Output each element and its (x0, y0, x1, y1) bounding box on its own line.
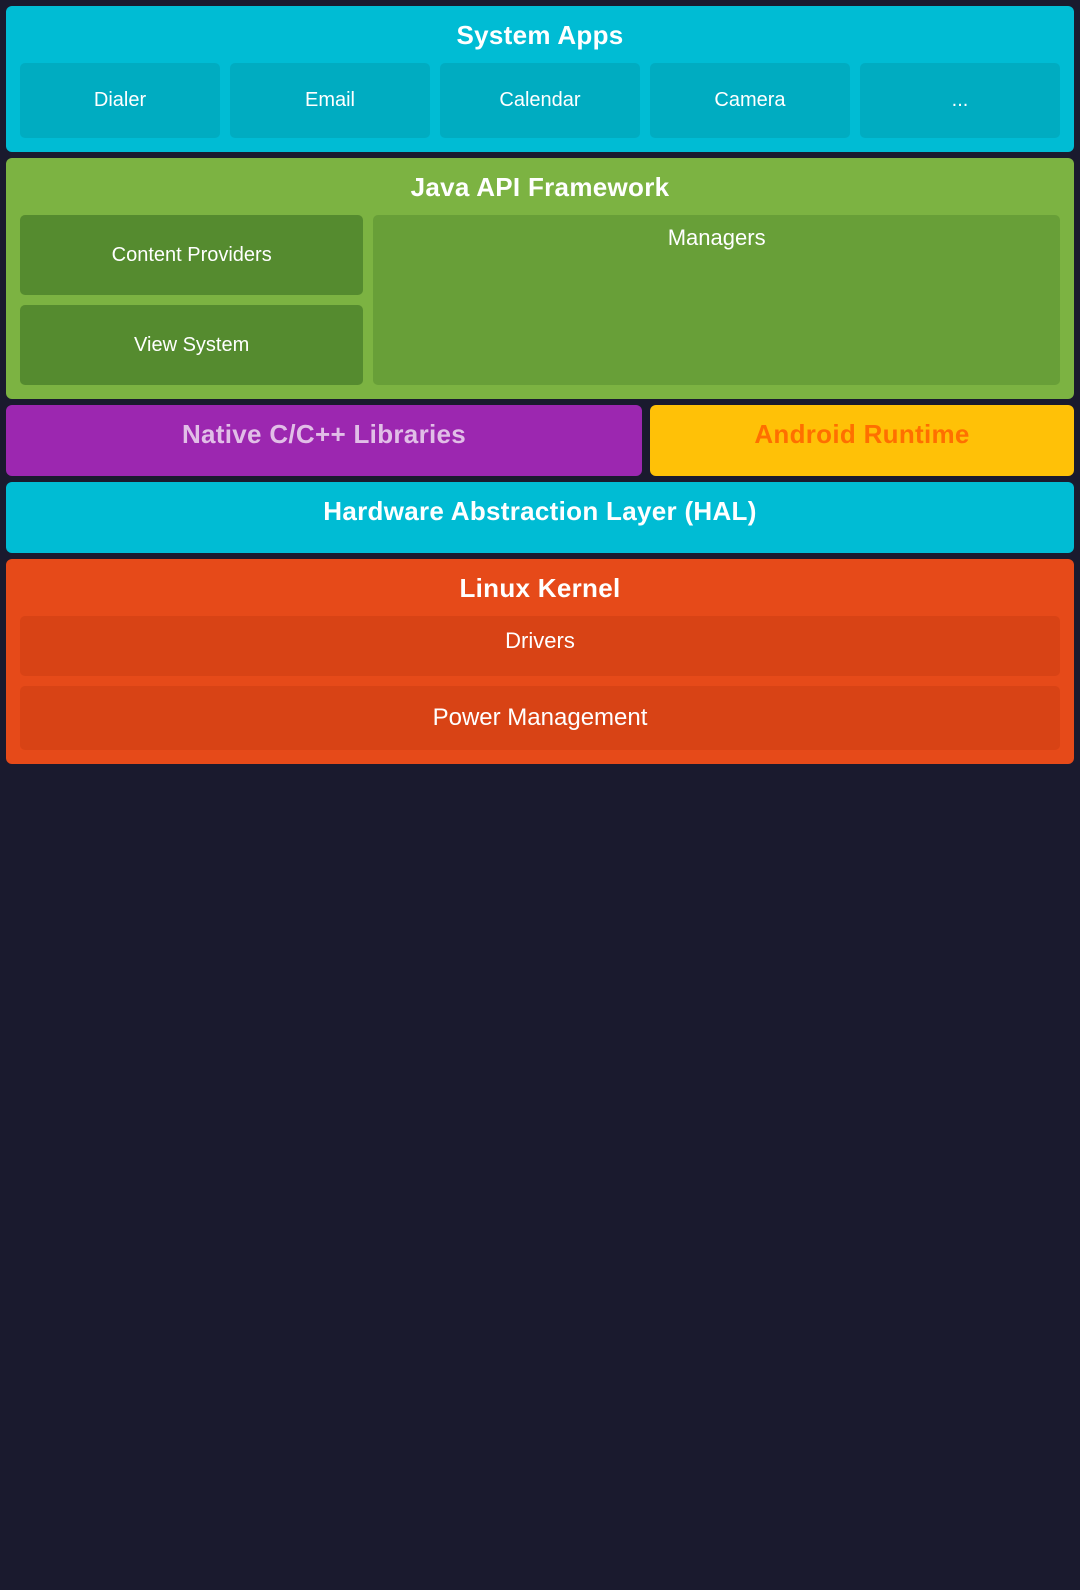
power-management: Power Management (20, 686, 1060, 750)
system-app-cell: Email (230, 63, 430, 138)
system-apps-row: DialerEmailCalendarCamera... (20, 63, 1060, 138)
android-runtime-title: Android Runtime (664, 419, 1060, 450)
hal-layer: Hardware Abstraction Layer (HAL) (6, 482, 1074, 553)
java-api-left-cell: View System (20, 305, 363, 385)
android-runtime-layer: Android Runtime (650, 405, 1074, 476)
drivers-title: Drivers (32, 628, 1048, 654)
system-app-cell: Dialer (20, 63, 220, 138)
drivers-box: Drivers (20, 616, 1060, 676)
java-api-right: Managers (373, 215, 1060, 385)
java-api-left-cell: Content Providers (20, 215, 363, 295)
native-libs-layer: Native C/C++ Libraries (6, 405, 642, 476)
system-apps-layer: System Apps DialerEmailCalendarCamera... (6, 6, 1074, 152)
managers-title: Managers (383, 225, 1050, 251)
native-runtime-row: Native C/C++ Libraries Android Runtime (6, 405, 1074, 476)
java-api-content: Content Providers View System Managers (20, 215, 1060, 385)
system-app-cell: Calendar (440, 63, 640, 138)
hal-title: Hardware Abstraction Layer (HAL) (20, 496, 1060, 527)
linux-kernel-title: Linux Kernel (20, 573, 1060, 604)
java-api-title: Java API Framework (20, 172, 1060, 203)
java-api-left: Content Providers View System (20, 215, 363, 385)
system-app-cell: ... (860, 63, 1060, 138)
system-app-cell: Camera (650, 63, 850, 138)
system-apps-title: System Apps (20, 20, 1060, 51)
linux-kernel-layer: Linux Kernel Drivers Power Management (6, 559, 1074, 764)
java-api-layer: Java API Framework Content Providers View… (6, 158, 1074, 399)
native-libs-title: Native C/C++ Libraries (20, 419, 628, 450)
